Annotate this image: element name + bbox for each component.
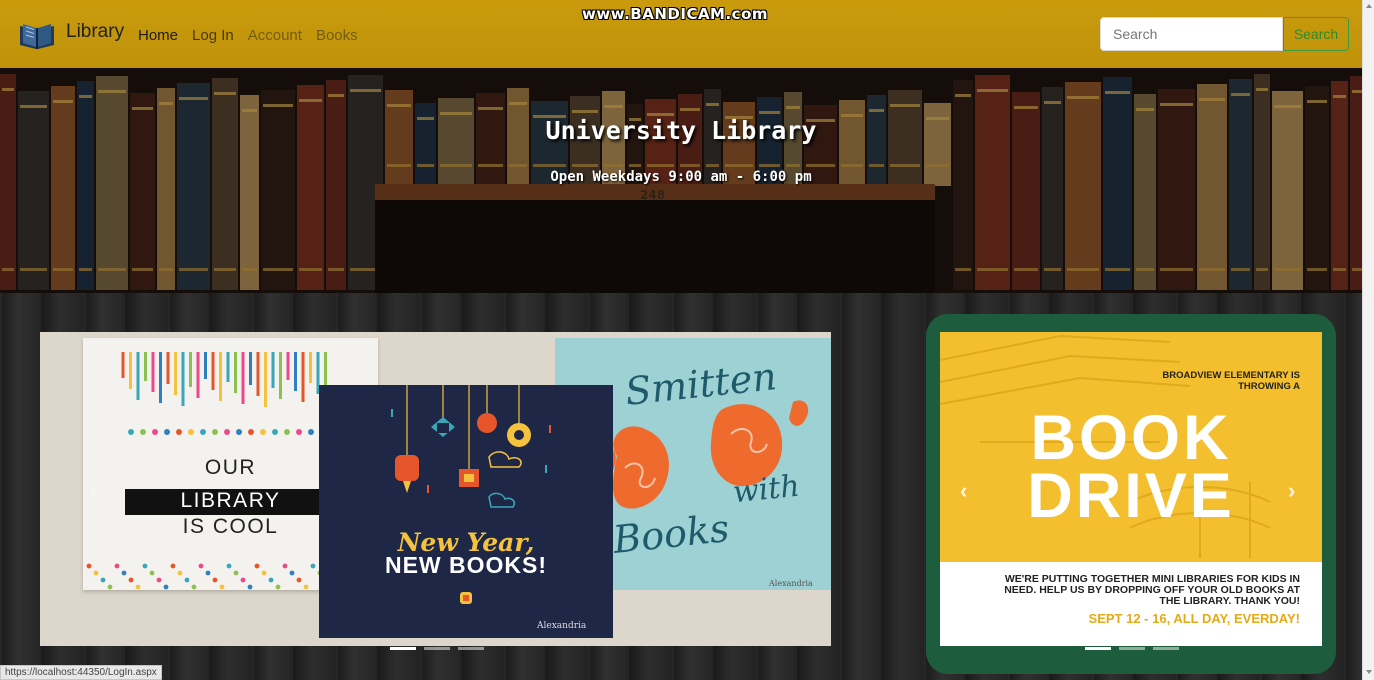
confetti-dot bbox=[177, 570, 183, 576]
scroll-down-arrow-icon[interactable] bbox=[1366, 670, 1372, 674]
garland-dot bbox=[176, 429, 182, 435]
confetti-dot bbox=[86, 563, 92, 569]
search-input[interactable] bbox=[1100, 17, 1283, 51]
confetti-dot bbox=[261, 570, 267, 576]
lantern-ornaments-illustration bbox=[391, 385, 551, 508]
confetti-dot bbox=[226, 563, 232, 569]
garland-dot bbox=[140, 429, 146, 435]
confetti-dot bbox=[121, 570, 127, 576]
scroll-up-arrow-icon[interactable] bbox=[1366, 4, 1372, 8]
poster-new-year-new-books: New Year, NEW BOOKS! Alexandria bbox=[319, 385, 613, 638]
confetti-dot bbox=[114, 563, 120, 569]
confetti-dot bbox=[163, 584, 169, 590]
poster-smitten-brand: Alexandria bbox=[769, 579, 813, 588]
book-drive-header: BROADVIEW ELEMENTARY IS THROWING A bbox=[1162, 370, 1300, 392]
hero-title: University Library bbox=[545, 116, 817, 145]
nav-log-in[interactable]: Log In bbox=[192, 27, 234, 44]
confetti-dot bbox=[191, 584, 197, 590]
confetti-dot bbox=[107, 584, 113, 590]
garland-dot bbox=[152, 429, 158, 435]
carousel-right-next-arrow[interactable]: › bbox=[1288, 478, 1295, 504]
recorder-watermark: www.BANDICAM.com bbox=[582, 5, 769, 23]
confetti-dot bbox=[282, 563, 288, 569]
nav-books[interactable]: Books bbox=[316, 27, 358, 44]
browser-status-url: https://localhost:44350/LogIn.aspx bbox=[0, 665, 162, 680]
garland-dot bbox=[296, 429, 302, 435]
confetti-dot bbox=[247, 584, 253, 590]
navbar: Library Home Log In Account Books www.BA… bbox=[0, 0, 1362, 68]
carousel-left-indicator-2[interactable] bbox=[424, 647, 450, 650]
carousel-left-indicators bbox=[390, 647, 484, 650]
confetti-dot bbox=[289, 570, 295, 576]
garland-dot bbox=[236, 429, 242, 435]
confetti-dot bbox=[275, 584, 281, 590]
poster-smitten-word2: with bbox=[731, 468, 802, 511]
book-drive-description: WE'RE PUTTING TOGETHER MINI LIBRARIES FO… bbox=[1004, 573, 1300, 607]
carousel-right-indicator-1[interactable] bbox=[1085, 647, 1111, 650]
confetti-dot bbox=[128, 577, 134, 583]
carousel-right-indicators bbox=[1085, 647, 1179, 650]
lantern-small-icon bbox=[460, 592, 472, 604]
confetti-dot bbox=[303, 584, 309, 590]
garland-dot bbox=[308, 429, 314, 435]
search-button[interactable]: Search bbox=[1283, 17, 1349, 51]
confetti-dot bbox=[240, 577, 246, 583]
confetti-dot bbox=[93, 570, 99, 576]
garland-dot bbox=[200, 429, 206, 435]
garland-dot bbox=[260, 429, 266, 435]
confetti-dot bbox=[254, 563, 260, 569]
garland-dot bbox=[128, 429, 134, 435]
confetti-dot bbox=[100, 577, 106, 583]
confetti-dot bbox=[184, 577, 190, 583]
confetti-dot bbox=[142, 563, 148, 569]
confetti-dot bbox=[296, 577, 302, 583]
confetti-dot bbox=[198, 563, 204, 569]
carousel-right-prev-arrow[interactable]: ‹ bbox=[960, 478, 967, 504]
page-scrollbar[interactable] bbox=[1362, 0, 1374, 680]
book-drive-title-line2: DRIVE bbox=[1027, 461, 1235, 531]
confetti-dot bbox=[233, 570, 239, 576]
garland-dot bbox=[188, 429, 194, 435]
poster-book-drive[interactable]: BROADVIEW ELEMENTARY IS THROWING A BOOK … bbox=[940, 332, 1322, 646]
brand[interactable]: Library bbox=[18, 20, 124, 50]
confetti-dot bbox=[310, 563, 316, 569]
confetti-dot bbox=[205, 570, 211, 576]
carousel-left-indicator-1[interactable] bbox=[390, 647, 416, 650]
book-drive-date: SEPT 12 - 16, ALL DAY, EVERDAY! bbox=[1088, 611, 1300, 626]
garland-dot bbox=[164, 429, 170, 435]
carousel-right-indicator-2[interactable] bbox=[1119, 647, 1145, 650]
nav-account[interactable]: Account bbox=[248, 27, 302, 44]
carousel-right-indicator-3[interactable] bbox=[1153, 647, 1179, 650]
garland-dot bbox=[284, 429, 290, 435]
confetti-dot bbox=[135, 584, 141, 590]
poster-new-year-brand: Alexandria bbox=[537, 621, 587, 631]
nav-links: Home Log In Account Books bbox=[138, 27, 358, 44]
confetti-dot bbox=[268, 577, 274, 583]
carousel-left-prev-arrow[interactable]: ‹ bbox=[90, 477, 97, 503]
garland-dot bbox=[212, 429, 218, 435]
nav-home[interactable]: Home bbox=[138, 27, 178, 44]
garland-dot bbox=[272, 429, 278, 435]
brand-name: Library bbox=[66, 21, 125, 42]
garland-dot bbox=[248, 429, 254, 435]
confetti-dot bbox=[219, 584, 225, 590]
garland-dot bbox=[224, 429, 230, 435]
confetti-dot bbox=[212, 577, 218, 583]
event-carousel-left[interactable]: OUR LIBRARY IS COOL Smitten with Books A… bbox=[40, 332, 831, 646]
confetti-dot bbox=[149, 570, 155, 576]
confetti-dot bbox=[156, 577, 162, 583]
confetti-dot bbox=[170, 563, 176, 569]
hero-banner: 248 University Library Open Weekdays 9:0… bbox=[0, 68, 1362, 293]
carousel-left-indicator-3[interactable] bbox=[458, 647, 484, 650]
book-icon bbox=[20, 24, 54, 49]
hero-subtitle: Open Weekdays 9:00 am - 6:00 pm bbox=[550, 169, 812, 185]
poster-new-year-line2: NEW BOOKS! bbox=[384, 552, 548, 578]
